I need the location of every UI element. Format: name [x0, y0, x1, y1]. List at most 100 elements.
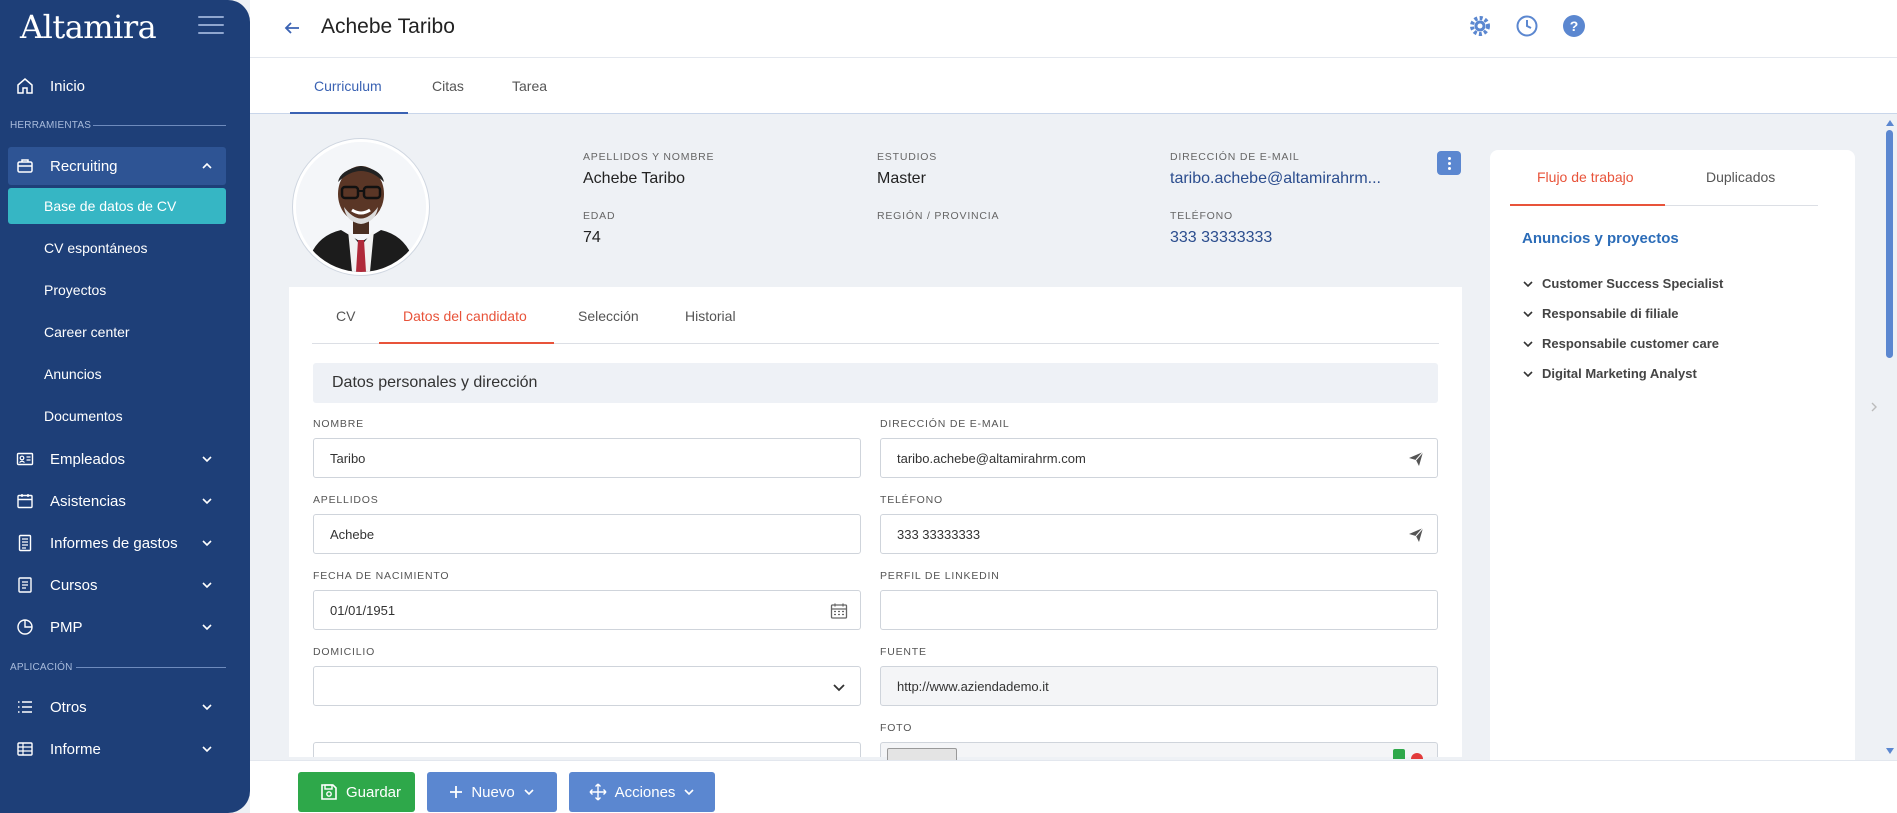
- scroll-up-icon[interactable]: [1885, 118, 1895, 128]
- fecha-nacimiento-input[interactable]: 01/01/1951: [313, 590, 861, 630]
- nav-proyectos[interactable]: Proyectos: [8, 272, 226, 308]
- nombre-input[interactable]: Taribo: [313, 438, 861, 478]
- page-title: Achebe Taribo: [321, 15, 455, 38]
- nav-informes-gastos[interactable]: Informes de gastos: [8, 524, 226, 562]
- candidate-photo: [296, 142, 426, 272]
- active-tab-indicator: [379, 342, 554, 344]
- candidate-card: CV Datos del candidato Selección Histori…: [289, 287, 1462, 760]
- nav-label: Inicio: [50, 77, 86, 95]
- project-item[interactable]: Digital Marketing Analyst: [1522, 366, 1697, 381]
- menu-toggle-icon[interactable]: [198, 16, 224, 38]
- address-input[interactable]: [313, 742, 861, 757]
- project-label: Digital Marketing Analyst: [1542, 366, 1697, 381]
- nav-recruiting[interactable]: Recruiting: [8, 147, 226, 185]
- region-label: REGIÓN / PROVINCIA: [877, 210, 1000, 222]
- active-tab-indicator: [290, 112, 408, 114]
- floppy-disk-icon: [321, 784, 337, 800]
- email-link[interactable]: taribo.achebe@altamirahrm...: [1170, 170, 1381, 188]
- chevron-down-icon: [202, 624, 212, 631]
- gear-icon[interactable]: [1468, 14, 1492, 38]
- chevron-down-icon: [1523, 340, 1533, 347]
- svg-text:?: ?: [1570, 18, 1579, 34]
- calendar-icon: [14, 490, 36, 512]
- fuente-input[interactable]: http://www.aziendademo.it: [880, 666, 1438, 706]
- scrollbar[interactable]: [1884, 118, 1897, 758]
- nav-otros[interactable]: Otros: [8, 688, 226, 726]
- tab-cv[interactable]: CV: [336, 308, 355, 324]
- phone-link[interactable]: 333 33333333: [1170, 229, 1272, 247]
- chevron-down-icon: [202, 540, 212, 547]
- age-label: EDAD: [583, 210, 616, 222]
- email-input[interactable]: taribo.achebe@altamirahrm.com: [880, 438, 1438, 478]
- studies-label: ESTUDIOS: [877, 151, 938, 163]
- nav-cv-espontaneos[interactable]: CV espontáneos: [8, 230, 226, 266]
- nav-career-center[interactable]: Career center: [8, 314, 226, 350]
- save-label: Guardar: [345, 783, 402, 801]
- nav-pmp[interactable]: PMP: [8, 608, 226, 646]
- project-item[interactable]: Responsabile di filiale: [1522, 306, 1679, 321]
- field-label: NOMBRE: [313, 418, 364, 430]
- nav-inicio[interactable]: Inicio: [8, 67, 226, 105]
- upload-icon[interactable]: [1393, 749, 1405, 759]
- nav-informe[interactable]: Informe: [8, 730, 226, 768]
- more-options-button[interactable]: [1437, 151, 1461, 175]
- calendar-icon[interactable]: [830, 602, 848, 620]
- scroll-down-icon[interactable]: [1885, 746, 1895, 756]
- nav-documentos[interactable]: Documentos: [8, 398, 226, 434]
- field-label: TELÉFONO: [880, 494, 943, 506]
- nav-label: PMP: [50, 618, 83, 636]
- save-button[interactable]: Guardar: [298, 772, 415, 812]
- chevron-down-icon: [833, 684, 845, 692]
- tab-seleccion[interactable]: Selección: [578, 308, 639, 324]
- receipt-icon: [14, 532, 36, 554]
- telefono-input[interactable]: 333 33333333: [880, 514, 1438, 554]
- project-label: Customer Success Specialist: [1542, 276, 1724, 291]
- field-label: FOTO: [880, 722, 913, 734]
- chevron-down-icon: [1523, 310, 1533, 317]
- section-heading: Anuncios y proyectos: [1522, 230, 1679, 247]
- nav-asistencias[interactable]: Asistencias: [8, 482, 226, 520]
- new-button[interactable]: Nuevo: [427, 772, 557, 812]
- nav-empleados[interactable]: Empleados: [8, 440, 226, 478]
- tab-historial[interactable]: Historial: [685, 308, 736, 324]
- apellidos-input[interactable]: Achebe: [313, 514, 861, 554]
- linkedin-input[interactable]: [880, 590, 1438, 630]
- sidebar: Altamira Inicio HERRAMIENTAS Recruiting …: [0, 0, 250, 813]
- scroll-thumb[interactable]: [1886, 130, 1893, 358]
- tab-datos-candidato[interactable]: Datos del candidato: [403, 308, 527, 324]
- send-icon[interactable]: [1407, 526, 1425, 544]
- field-label: FUENTE: [880, 646, 927, 658]
- actions-button[interactable]: Acciones: [569, 772, 715, 812]
- choose-file-button[interactable]: [887, 748, 957, 760]
- chevron-down-icon: [202, 746, 212, 753]
- chevron-down-icon: [1523, 280, 1533, 287]
- project-label: Responsabile customer care: [1542, 336, 1720, 351]
- age-value: 74: [583, 229, 601, 246]
- help-icon[interactable]: ?: [1562, 14, 1586, 38]
- tab-duplicados[interactable]: Duplicados: [1706, 169, 1775, 185]
- avatar: [292, 138, 430, 276]
- tab-curriculum[interactable]: Curriculum: [314, 78, 382, 94]
- foto-file-input[interactable]: [880, 742, 1438, 760]
- page-header: Achebe Taribo ?: [250, 0, 1897, 58]
- project-item[interactable]: Customer Success Specialist: [1522, 276, 1723, 291]
- send-icon[interactable]: [1407, 450, 1425, 468]
- delete-icon[interactable]: [1411, 753, 1423, 759]
- back-arrow-icon[interactable]: [282, 18, 302, 38]
- project-item[interactable]: Responsabile customer care: [1522, 336, 1719, 351]
- tab-tarea[interactable]: Tarea: [512, 78, 547, 94]
- tab-citas[interactable]: Citas: [432, 78, 464, 94]
- tab-flujo-trabajo[interactable]: Flujo de trabajo: [1537, 169, 1634, 185]
- chevron-down-icon: [202, 582, 212, 589]
- nav-anuncios[interactable]: Anuncios: [8, 356, 226, 392]
- book-icon: [14, 574, 36, 596]
- clock-icon[interactable]: [1515, 14, 1539, 38]
- nav-label: Recruiting: [50, 157, 118, 175]
- chevron-down-icon: [1523, 370, 1533, 377]
- plus-icon: [450, 786, 463, 798]
- project-label: Responsabile di filiale: [1542, 306, 1679, 321]
- domicilio-select[interactable]: [313, 666, 861, 706]
- chevron-right-icon[interactable]: [1869, 400, 1879, 414]
- nav-base-datos-cv[interactable]: Base de datos de CV: [8, 188, 226, 224]
- nav-cursos[interactable]: Cursos: [8, 566, 226, 604]
